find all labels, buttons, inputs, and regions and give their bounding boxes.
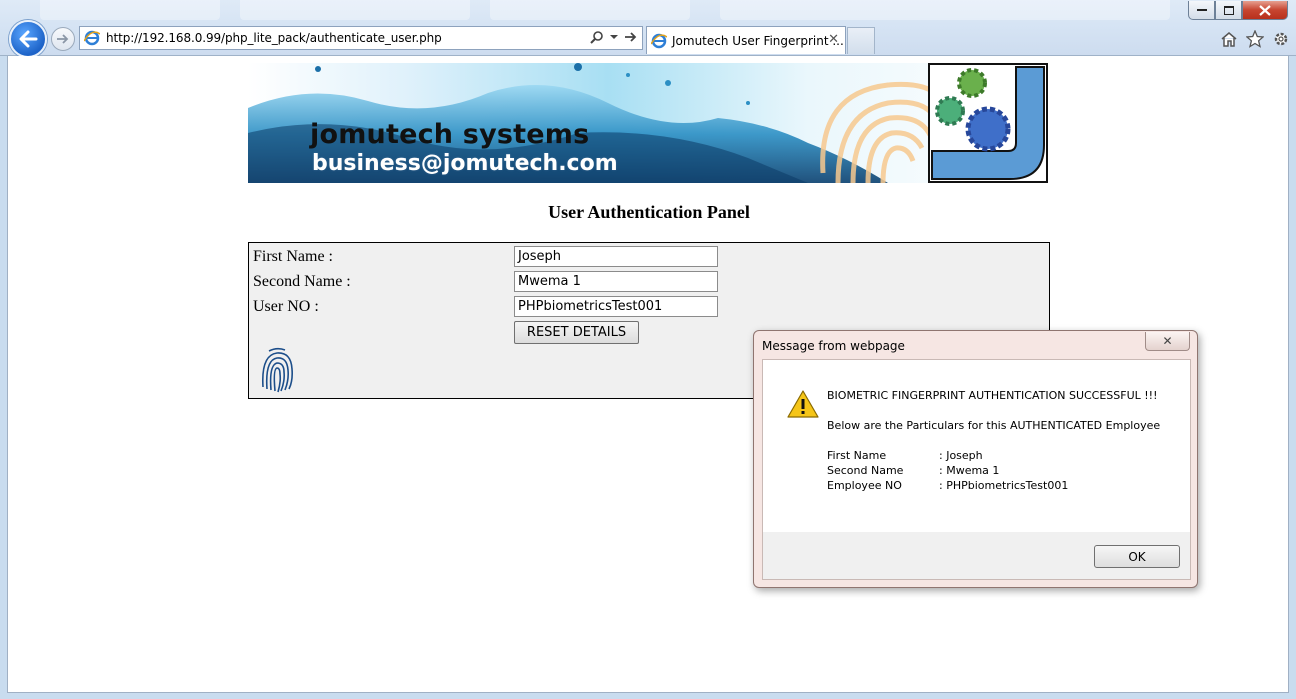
dialog-heading: BIOMETRIC FINGERPRINT AUTHENTICATION SUC… [827, 389, 1158, 402]
first-name-input[interactable]: Joseph [514, 246, 718, 267]
detail-key: First Name [827, 449, 887, 462]
detail-key: Employee NO [827, 479, 902, 492]
second-name-label: Second Name : [253, 273, 351, 290]
reset-details-button[interactable]: RESET DETAILS [514, 321, 639, 344]
close-icon [1259, 4, 1271, 16]
detail-value: : Joseph [939, 449, 983, 462]
dropdown-icon[interactable] [610, 34, 618, 40]
site-banner: jomutech systems business@jomutech.com [248, 63, 1048, 183]
company-logo [928, 63, 1048, 183]
dialog-detail-row: First Name : Joseph [827, 449, 983, 462]
dialog-detail-row: Employee NO : PHPbiometricsTest001 [827, 479, 1068, 492]
detail-key: Second Name [827, 464, 904, 477]
first-name-label: First Name : [253, 248, 333, 265]
settings-gear-icon [1274, 32, 1288, 46]
tab-close-icon[interactable]: ✕ [828, 32, 839, 47]
refresh-icon[interactable] [624, 31, 638, 43]
back-arrow-icon [19, 30, 38, 48]
page-title: User Authentication Panel [548, 202, 750, 222]
gears-logo-icon [931, 66, 1045, 180]
dialog-close-button[interactable]: ✕ [1145, 332, 1190, 351]
maximize-icon [1223, 5, 1234, 15]
minimize-icon [1196, 9, 1207, 11]
ok-button[interactable]: OK [1094, 545, 1180, 568]
background-window-strip [240, 0, 470, 20]
background-window-strip [720, 0, 1170, 20]
search-icon[interactable] [590, 30, 604, 44]
user-no-input[interactable]: PHPbiometricsTest001 [514, 296, 718, 317]
window-controls [1188, 1, 1288, 20]
detail-value: : Mwema 1 [939, 464, 1000, 477]
new-tab-button[interactable] [847, 27, 875, 54]
browser-chrome: http://192.168.0.99/php_lite_pack/authen… [0, 0, 1296, 58]
user-no-label: User NO : [253, 298, 319, 315]
dialog-title: Message from webpage [762, 339, 905, 353]
home-icon [1221, 32, 1237, 47]
close-window-button[interactable] [1242, 1, 1288, 20]
detail-value: : PHPbiometricsTest001 [939, 479, 1069, 492]
message-dialog: Message from webpage ✕ BIOMETRIC FINGERP… [753, 330, 1198, 588]
second-name-input[interactable]: Mwema 1 [514, 271, 718, 292]
brand-name: jomutech systems [310, 119, 590, 150]
dialog-body: BIOMETRIC FINGERPRINT AUTHENTICATION SUC… [762, 359, 1191, 532]
background-window-strip [40, 0, 220, 20]
address-bar[interactable]: http://192.168.0.99/php_lite_pack/authen… [79, 26, 643, 50]
brand-email: business@jomutech.com [312, 151, 618, 176]
warning-icon [787, 390, 819, 418]
fingerprint-graphic [820, 81, 938, 183]
home-button[interactable] [1218, 28, 1240, 50]
background-window-strip [490, 0, 690, 20]
minimize-button[interactable] [1188, 1, 1215, 20]
dialog-footer: OK [762, 532, 1191, 580]
maximize-button[interactable] [1215, 1, 1242, 20]
ie-logo-icon [84, 30, 100, 46]
forward-arrow-icon [57, 34, 69, 44]
forward-button[interactable] [51, 27, 75, 51]
toolbar-icons [1218, 28, 1292, 50]
dialog-subheading: Below are the Particulars for this AUTHE… [827, 419, 1161, 432]
favorites-button[interactable] [1244, 28, 1266, 50]
back-button[interactable] [9, 20, 47, 58]
address-tools [590, 30, 638, 44]
tab-jomutech[interactable]: Jomutech User Fingerprint ... ✕ [646, 26, 846, 54]
favorites-star-icon [1246, 30, 1264, 48]
url-text: http://192.168.0.99/php_lite_pack/authen… [106, 31, 442, 45]
tab-title: Jomutech User Fingerprint ... [672, 33, 844, 48]
ie-logo-icon [651, 33, 667, 48]
settings-button[interactable] [1270, 28, 1292, 50]
fingerprint-icon[interactable] [259, 347, 295, 393]
dialog-detail-row: Second Name : Mwema 1 [827, 464, 999, 477]
